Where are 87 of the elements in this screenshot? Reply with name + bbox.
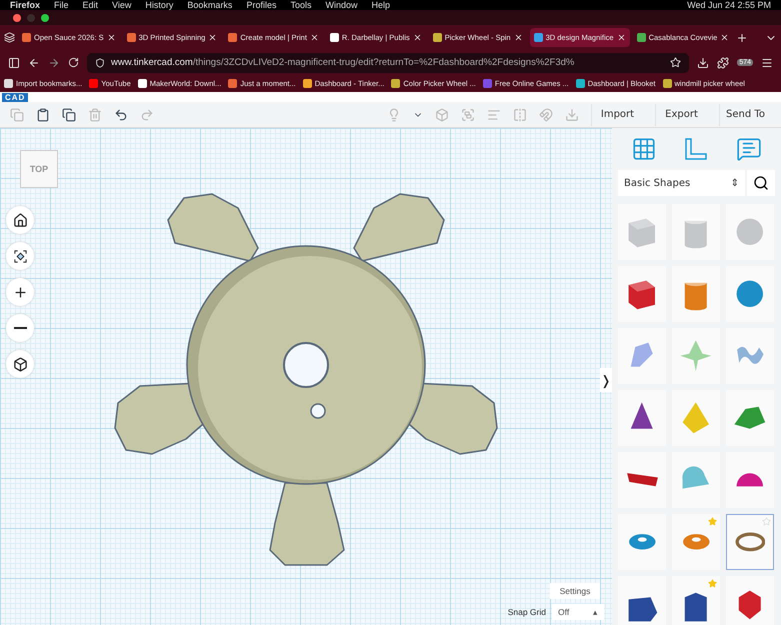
address-bar[interactable]: www.tinkercad.com/things/3ZCDvLIVeD2-magnificent-trug/edit?returnTo=%2Fdashboard%2Fdesigns%2F3d% — [87, 52, 690, 72]
shape-tile[interactable] — [672, 390, 720, 446]
url-text: www.tinkercad.com/things/3ZCDvLIVeD2-magnificent-trug/edit?returnTo=%2Fdashboard%2Fdesigns%2F3d% — [111, 57, 574, 68]
shape-tile[interactable] — [618, 328, 666, 384]
shape-tile[interactable] — [726, 452, 774, 508]
favorite-star-icon[interactable] — [708, 579, 717, 588]
torus-shape-icon — [628, 533, 656, 551]
ruler-icon[interactable] — [683, 136, 710, 162]
reload-icon[interactable] — [68, 57, 79, 68]
search-icon — [753, 175, 769, 191]
home-icon — [12, 212, 28, 228]
clock: Wed Jun 24 2:55 PM — [687, 0, 771, 10]
panel-collapse-button[interactable]: ❭ — [600, 368, 612, 392]
menu-item[interactable]: Tools — [290, 0, 312, 10]
text-shape-icon — [626, 472, 658, 488]
shape-tile[interactable] — [618, 266, 666, 322]
close-tab-icon[interactable] — [514, 33, 523, 42]
logo[interactable]: CAD — [2, 92, 28, 102]
menu-icon[interactable] — [761, 56, 773, 68]
menu-item[interactable]: Bookmarks — [187, 0, 232, 10]
close-tab-icon[interactable] — [310, 33, 319, 42]
apple-menu-app-name[interactable]: Firefox — [10, 0, 40, 10]
notes-icon[interactable] — [736, 136, 762, 162]
tab-groups-icon[interactable] — [4, 32, 15, 43]
menu-item[interactable]: View — [112, 0, 132, 10]
snap-grid-label: Snap Grid — [508, 607, 546, 617]
fit-view-icon — [12, 248, 28, 264]
download-icon[interactable] — [697, 56, 710, 68]
ring-shape-icon — [734, 532, 766, 552]
minus-icon — [14, 327, 26, 329]
shape-tile[interactable] — [726, 390, 774, 446]
shape-tile[interactable] — [726, 204, 774, 260]
shape-tile[interactable] — [672, 266, 720, 322]
close-tab-icon[interactable] — [412, 33, 422, 42]
shape-tile[interactable] — [726, 514, 774, 570]
minimize-dot[interactable] — [27, 14, 35, 22]
home-view-button[interactable] — [6, 206, 34, 234]
shape-tile[interactable] — [618, 452, 666, 508]
shape-tile[interactable] — [618, 390, 666, 446]
menu-item[interactable]: Window — [325, 0, 358, 10]
menu-item[interactable]: Edit — [82, 0, 98, 10]
shape-tile[interactable] — [618, 204, 666, 260]
close-tab-icon[interactable] — [106, 33, 116, 42]
workplane-grid-icon[interactable] — [631, 136, 658, 162]
shape-category-select[interactable]: Basic Shapes ⇕ — [618, 170, 745, 196]
duplicate-icon[interactable] — [62, 108, 76, 122]
shape-tile[interactable] — [672, 452, 720, 508]
shape-tile[interactable] — [672, 576, 720, 625]
shape-tile[interactable] — [726, 576, 774, 625]
search-button[interactable] — [747, 170, 775, 196]
shape-tile[interactable] — [726, 266, 774, 322]
close-tab-icon[interactable] — [720, 33, 730, 42]
plus-icon — [12, 284, 28, 300]
menu-item[interactable]: File — [54, 0, 69, 10]
menu-item[interactable]: Help — [371, 0, 390, 10]
favorite-star-icon[interactable] — [708, 517, 717, 526]
bookmark-star-icon[interactable] — [670, 57, 682, 68]
extensions-icon[interactable] — [717, 56, 730, 68]
shield-icon — [95, 58, 105, 68]
zoom-dot[interactable] — [41, 14, 49, 22]
perspective-button[interactable] — [6, 350, 34, 378]
close-tab-icon[interactable] — [616, 33, 626, 42]
shape-tile[interactable] — [618, 514, 666, 570]
snap-grid-select[interactable]: Off ▴ — [552, 604, 604, 620]
menu-item[interactable]: History — [145, 0, 174, 10]
close-tab-icon[interactable] — [208, 33, 218, 42]
gear-wheel-model-drawing[interactable] — [113, 192, 499, 566]
tube-shape-icon — [682, 533, 710, 551]
shape-tile[interactable] — [672, 328, 720, 384]
zoom-in-button[interactable] — [6, 278, 34, 306]
back-icon[interactable] — [28, 56, 40, 68]
fit-view-button[interactable] — [6, 242, 34, 270]
zoom-out-button[interactable] — [6, 314, 34, 342]
cube-icon — [12, 356, 28, 372]
sidebar-icon[interactable] — [8, 56, 20, 68]
settings-button[interactable]: Settings — [550, 583, 600, 599]
undo-icon[interactable] — [114, 108, 128, 122]
menu-item[interactable]: Profiles — [246, 0, 276, 10]
shape-tile[interactable] — [726, 328, 774, 384]
shape-tile[interactable] — [672, 204, 720, 260]
shape-tile[interactable] — [672, 514, 720, 570]
paste-icon[interactable] — [36, 108, 50, 122]
favorite-star-icon[interactable] — [762, 517, 771, 526]
new-tab-icon[interactable] — [736, 32, 748, 44]
close-dot[interactable] — [13, 14, 21, 22]
forward-icon[interactable] — [48, 56, 60, 68]
shape-tile[interactable] — [618, 576, 666, 625]
